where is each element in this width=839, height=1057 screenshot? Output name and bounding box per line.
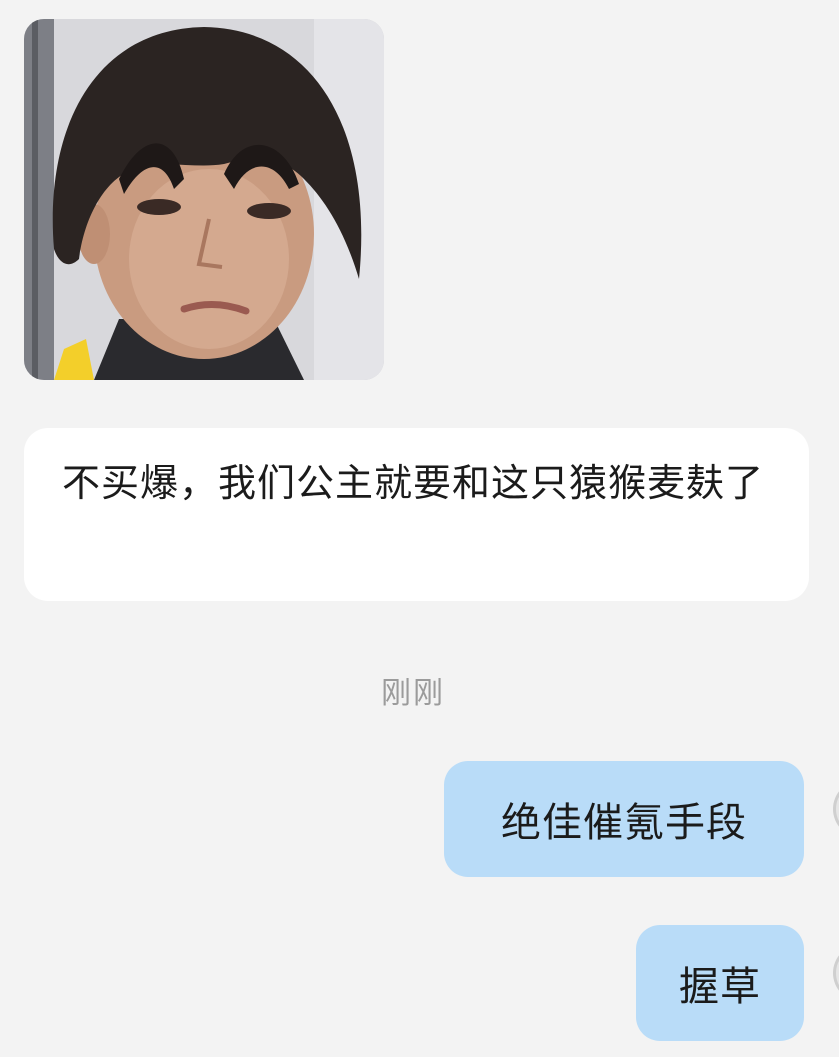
incoming-text-message[interactable]: 不买爆，我们公主就要和这只猿猴麦麸了 — [24, 428, 809, 601]
outgoing-text-message[interactable]: 绝佳催氪手段 — [444, 761, 804, 877]
timestamp: 刚刚 — [381, 676, 445, 711]
incoming-photo-message[interactable] — [24, 19, 384, 380]
message-text: 不买爆，我们公主就要和这只猿猴麦麸了 — [62, 461, 765, 505]
avatar[interactable] — [833, 780, 839, 838]
message-text: 绝佳催氪手段 — [501, 800, 747, 846]
message-text: 握草 — [679, 964, 761, 1010]
avatar[interactable] — [833, 944, 839, 1002]
outgoing-text-message[interactable]: 握草 — [636, 925, 804, 1041]
selfie-photo-icon — [24, 19, 384, 380]
